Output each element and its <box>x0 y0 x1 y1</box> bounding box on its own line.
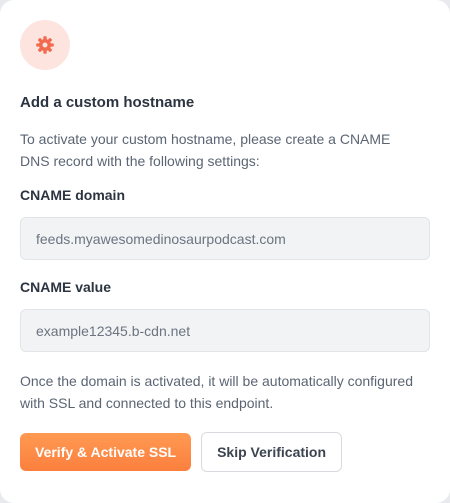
cname-value-label: CNAME value <box>20 279 112 295</box>
cname-value-field[interactable] <box>20 309 430 352</box>
gear-icon-badge <box>20 20 70 70</box>
cname-domain-field[interactable] <box>20 217 430 260</box>
dialog-description: To activate your custom hostname, please… <box>20 131 391 169</box>
custom-hostname-dialog: Add a custom hostname To activate your c… <box>0 0 450 503</box>
dialog-actions: Verify & Activate SSL Skip Verification <box>20 432 430 472</box>
skip-verification-button[interactable]: Skip Verification <box>201 432 343 472</box>
dialog-title: Add a custom hostname <box>20 94 195 111</box>
gear-icon <box>35 35 55 55</box>
activation-note: Once the domain is activated, it will be… <box>20 373 413 411</box>
cname-domain-label: CNAME domain <box>20 187 125 203</box>
verify-activate-ssl-button[interactable]: Verify & Activate SSL <box>20 433 192 471</box>
